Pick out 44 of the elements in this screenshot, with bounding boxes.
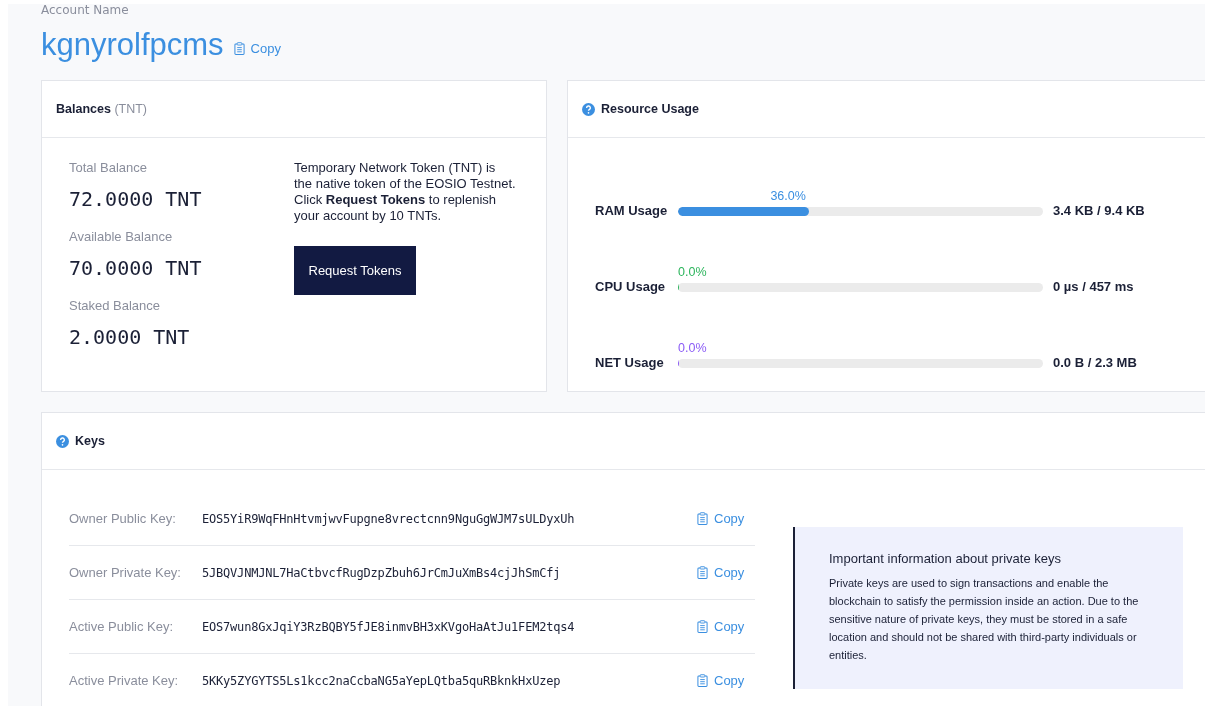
key-value: 5JBQVJNMJNL7HaCtbvcfRugDzpZbuh6JrCmJuXmBs4cjJhSmCfj [202,565,562,580]
usage-reading: 0 µs / 457 ms [1053,279,1134,294]
balance-label: Staked Balance [69,298,162,313]
account-name: kgnyrolfpcms [41,27,224,63]
key-value: EOS5YiR9WqFHnHtvmjwvFupgne8vrectcnn9NguGgWJM7sULDyxUh [202,511,576,526]
request-tokens-button[interactable]: Request Tokens [294,246,416,295]
card-title: Keys [75,434,105,448]
key-label: Owner Private Key: [69,565,182,580]
notice-title: Important information about private keys [829,551,1062,566]
key-value: EOS7wun8GxJqiY3RzBQBY5fJE8inmvBH3xKVgoHaAtJu1FEM2tqs4 [202,619,576,634]
copy-button[interactable]: Copy [233,40,281,56]
copy-button[interactable]: Copy [697,619,745,634]
usage-reading: 3.4 KB / 9.4 KB [1053,203,1145,218]
resource-label: RAM Usage [595,203,669,218]
usage-percent: 36.0% [770,189,806,203]
usage-percent: 0.0% [678,341,707,355]
clipboard-icon [697,512,708,525]
clipboard-icon [697,566,708,579]
resource-label: NET Usage [595,355,665,370]
card-title: Resource Usage [601,102,699,116]
copy-button[interactable]: Copy [697,511,745,526]
help-icon[interactable] [582,102,595,116]
clipboard-icon [697,674,708,687]
key-label: Active Public Key: [69,619,175,634]
usage-percent: 0.0% [678,265,707,279]
balance-label: Available Balance [69,229,174,244]
key-value: 5KKy5ZYGYTS5Ls1kcc2naCcbaNG5aYepLQtba5quRBknkHxUzep [202,673,562,688]
balance-label: Total Balance [69,160,149,175]
help-icon[interactable] [56,434,69,448]
account-label: Account Name [41,4,130,16]
balance-value: 72.0000 TNT [69,187,203,211]
clipboard-icon [697,620,708,633]
card-title: Balances (TNT) [56,102,147,116]
usage-reading: 0.0 B / 2.3 MB [1053,355,1137,370]
key-label: Active Private Key: [69,673,180,688]
clipboard-icon [233,41,245,55]
balance-value: 2.0000 TNT [69,325,191,349]
copy-button[interactable]: Copy [697,673,745,688]
balance-value: 70.0000 TNT [69,256,203,280]
token-info-text: Temporary Network Token (TNT) is the native token of the EOSIO Testnet. Click Request Tokens to replenish your account by 10 TNTs. [294,160,516,224]
resource-label: CPU Usage [595,279,667,294]
copy-button[interactable]: Copy [697,565,745,580]
key-label: Owner Public Key: [69,511,177,526]
notice-text: Private keys are used to sign transactions and enable the blockchain to satisfy the permission inside an action. Due to the sensitive nature of private keys, they must be stored in a safe location and should not be shared with third-party individuals or entities. [829,576,1140,663]
